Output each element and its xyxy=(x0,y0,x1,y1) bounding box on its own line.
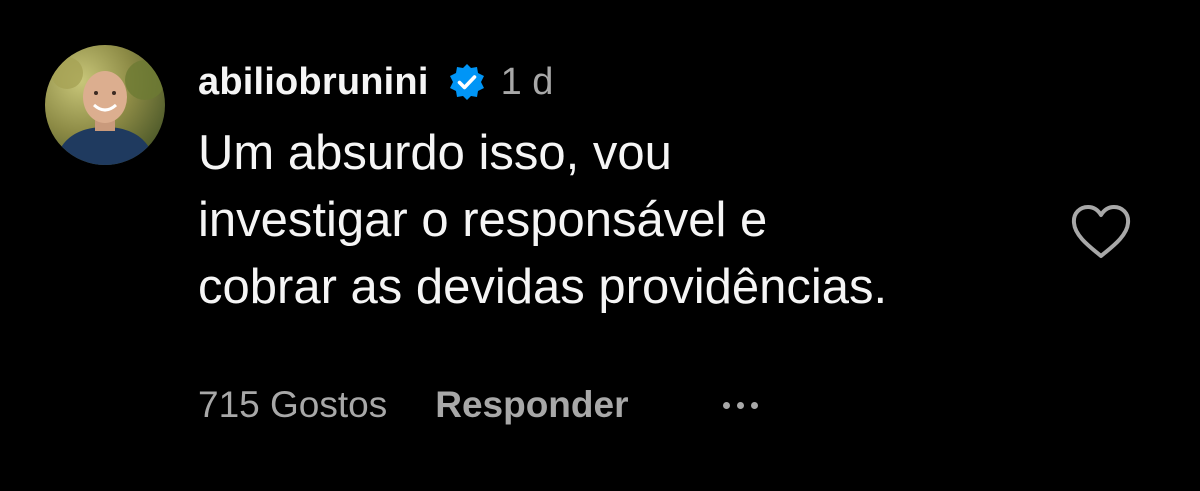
comment-header: abiliobrunini 1 d xyxy=(198,56,1058,108)
avatar-photo xyxy=(45,45,165,165)
ellipsis-icon[interactable] xyxy=(722,395,758,415)
verified-badge-icon xyxy=(447,62,487,102)
comment-text: Um absurdo isso, vou investigar o respon… xyxy=(198,120,1058,321)
comment-text-line: Um absurdo isso, vou xyxy=(198,126,672,180)
comment-text-line: investigar o responsável e xyxy=(198,193,768,247)
comment-timestamp[interactable]: 1 d xyxy=(501,61,554,104)
reply-button[interactable]: Responder xyxy=(435,384,628,426)
likes-count[interactable]: 715 Gostos xyxy=(198,384,387,426)
comment-body: abiliobrunini 1 d Um absurdo isso, vou i… xyxy=(198,56,1058,321)
comment-item: abiliobrunini 1 d Um absurdo isso, vou i… xyxy=(0,0,1200,491)
avatar[interactable] xyxy=(45,45,165,165)
heart-outline-icon[interactable] xyxy=(1069,203,1133,261)
username-link[interactable]: abiliobrunini xyxy=(198,61,429,104)
comment-text-line: cobrar as devidas providências. xyxy=(198,260,888,314)
comment-actions: 715 Gostos Responder xyxy=(198,381,758,429)
